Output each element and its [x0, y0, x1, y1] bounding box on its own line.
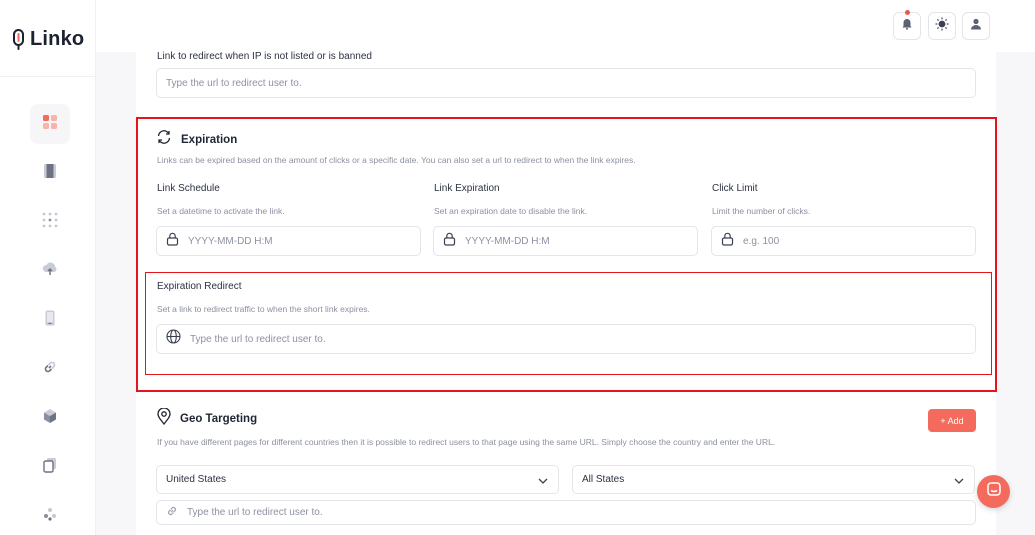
- sidebar-item-links[interactable]: [30, 349, 70, 389]
- sidebar: Linko: [0, 0, 96, 535]
- click-limit-input[interactable]: e.g. 100: [711, 226, 976, 256]
- link-expiration-help: Set an expiration date to disable the li…: [434, 206, 588, 216]
- country-select[interactable]: United States: [156, 465, 559, 494]
- state-select[interactable]: All States: [572, 465, 975, 494]
- sidebar-item-mobile[interactable]: [30, 300, 70, 340]
- chevron-down-icon: [538, 471, 548, 489]
- link-schedule-placeholder: YYYY-MM-DD H:M: [188, 235, 273, 247]
- bell-icon: [901, 17, 913, 35]
- geo-url-placeholder: Type the url to redirect user to.: [187, 507, 323, 518]
- geo-targeting-title: Geo Targeting: [180, 413, 258, 425]
- divider: [0, 76, 96, 77]
- click-limit-label: Click Limit: [712, 183, 758, 194]
- expiration-redirect-input[interactable]: Type the url to redirect user to.: [156, 324, 976, 354]
- chevron-down-icon: [954, 471, 964, 489]
- link-expiration-placeholder: YYYY-MM-DD H:M: [465, 235, 550, 247]
- cloud-upload-icon: [42, 262, 58, 281]
- expiration-header: Expiration: [156, 129, 237, 150]
- chat-icon: [986, 481, 1002, 502]
- mobile-icon: [45, 310, 55, 331]
- brand-name: Linko: [30, 27, 85, 50]
- geo-url-input[interactable]: Type the url to redirect user to.: [156, 500, 976, 525]
- lock-icon: [721, 232, 734, 251]
- integrations-icon: [42, 506, 58, 527]
- logo-mark-icon: [12, 27, 26, 51]
- logo[interactable]: Linko: [12, 22, 84, 56]
- expiration-title: Expiration: [181, 133, 238, 146]
- ip-redirect-input[interactable]: Type the url to redirect user to.: [156, 68, 976, 98]
- state-value: All States: [582, 474, 625, 485]
- country-value: United States: [166, 474, 227, 485]
- link-expiration-label: Link Expiration: [434, 183, 500, 194]
- click-limit-help: Limit the number of clicks.: [712, 206, 811, 216]
- cube-icon: [43, 408, 57, 429]
- sun-icon: [935, 17, 949, 36]
- profile-button[interactable]: [962, 12, 990, 40]
- click-limit-placeholder: e.g. 100: [743, 235, 780, 247]
- copy-icon: [43, 457, 57, 478]
- barcode-icon: [43, 163, 57, 184]
- add-geo-target-button[interactable]: + Add: [928, 409, 976, 432]
- link-settings-card: [136, 52, 996, 535]
- expiration-redirect-help: Set a link to redirect traffic to when t…: [157, 304, 370, 314]
- expiration-redirect-placeholder: Type the url to redirect user to.: [190, 333, 326, 345]
- sidebar-item-apps[interactable]: [30, 202, 70, 242]
- sidebar-item-copy[interactable]: [30, 447, 70, 487]
- expiration-redirect-label: Expiration Redirect: [157, 281, 242, 292]
- notifications-button[interactable]: [893, 10, 921, 40]
- ip-redirect-label: Link to redirect when IP is not listed o…: [157, 51, 372, 62]
- sidebar-item-barcode[interactable]: [30, 153, 70, 193]
- geo-targeting-header: Geo Targeting: [157, 407, 258, 430]
- user-icon: [970, 17, 982, 35]
- dots-grid-icon: [42, 212, 58, 233]
- link-icon: [166, 504, 178, 522]
- link-icon: [42, 359, 58, 380]
- expiration-description: Links can be expired based on the amount…: [157, 155, 636, 165]
- sidebar-nav: [30, 104, 70, 535]
- sidebar-item-cube[interactable]: [30, 398, 70, 438]
- geo-targeting-description: If you have different pages for differen…: [157, 437, 776, 447]
- chat-button[interactable]: [977, 475, 1010, 508]
- globe-icon: [166, 329, 181, 349]
- lock-icon: [166, 232, 179, 251]
- notification-dot: [905, 10, 910, 15]
- ip-redirect-placeholder: Type the url to redirect user to.: [166, 77, 302, 89]
- link-expiration-input[interactable]: YYYY-MM-DD H:M: [433, 226, 698, 256]
- sidebar-item-dashboard[interactable]: [30, 104, 70, 144]
- sidebar-item-upload[interactable]: [30, 251, 70, 291]
- top-bar: [96, 0, 1035, 52]
- link-schedule-label: Link Schedule: [157, 183, 220, 194]
- lock-icon: [443, 232, 456, 251]
- map-pin-icon: [157, 407, 171, 430]
- refresh-icon: [156, 129, 172, 150]
- dashboard-grid-icon: [42, 114, 58, 135]
- sidebar-item-integrations[interactable]: [30, 496, 70, 535]
- theme-toggle-button[interactable]: [928, 12, 956, 40]
- link-schedule-help: Set a datetime to activate the link.: [157, 206, 285, 216]
- link-schedule-input[interactable]: YYYY-MM-DD H:M: [156, 226, 421, 256]
